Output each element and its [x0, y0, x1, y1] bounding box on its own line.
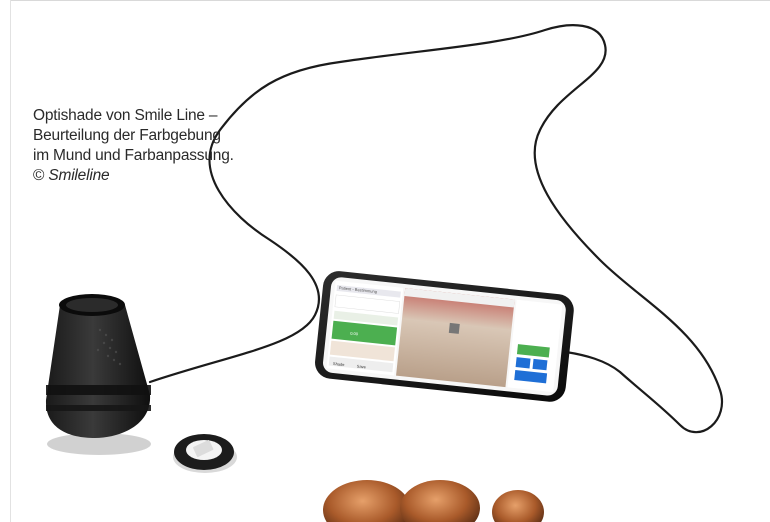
caption-line-2: Beurteilung der Farbgebung	[33, 127, 221, 144]
optishade-device	[45, 294, 151, 455]
dental-crowns	[323, 480, 544, 522]
smartphone: Patient - Bestimmung 0.00 Shade Save	[315, 271, 574, 402]
phone-status-value: 0.00	[350, 331, 359, 337]
phone-save-button: Save	[357, 363, 367, 369]
copyright-symbol: ©	[33, 167, 45, 184]
credit-name: Smileline	[48, 167, 110, 184]
caption-line-3: im Mund und Farbanpassung.	[33, 147, 234, 164]
product-photo: Patient - Bestimmung 0.00 Shade Save	[45, 24, 723, 522]
caption-credit: © Smileline	[33, 166, 263, 186]
caption-line-1: Optishade von Smile Line –	[33, 107, 218, 124]
figure-caption: Optishade von Smile Line – Beurteilung d…	[33, 106, 263, 186]
eyepiece-ring	[173, 434, 237, 473]
